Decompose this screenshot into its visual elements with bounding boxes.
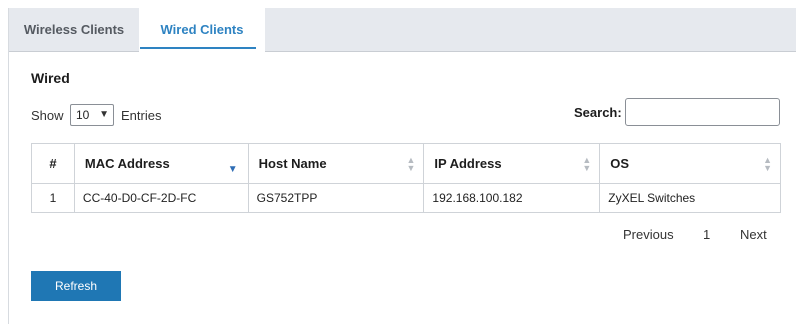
cell-os: ZyXEL Switches [599, 183, 781, 213]
sort-both-icon: ▲ ▼ [763, 155, 772, 173]
col-mac-header[interactable]: MAC Address ▼ [73, 143, 249, 184]
entries-select[interactable]: 10 ▼ [70, 104, 114, 126]
cell-mac: CC-40-D0-CF-2D-FC [73, 183, 249, 213]
search-input[interactable] [625, 98, 780, 126]
table-header-row: # MAC Address ▼ Host Name ▲ ▼ IP Address … [31, 143, 781, 184]
show-label: Show [31, 108, 64, 123]
sort-both-icon: ▲ ▼ [582, 155, 592, 173]
tab-wireless-clients[interactable]: Wireless Clients [9, 8, 139, 52]
pagination-next[interactable]: Next [740, 227, 767, 242]
col-ip-label: IP Address [434, 156, 502, 171]
col-os-header[interactable]: OS ▲ ▼ [599, 143, 781, 184]
active-tab-indicator [140, 47, 256, 49]
sort-both-icon: ▲ ▼ [406, 155, 416, 173]
col-number-header[interactable]: # [31, 143, 75, 184]
col-os-label: OS [610, 156, 630, 171]
entries-label: Entries [121, 108, 162, 123]
col-host-label: Host Name [258, 156, 327, 171]
cell-number: 1 [31, 183, 75, 213]
entries-select-value: 10 [76, 108, 90, 122]
col-number-label: # [49, 156, 57, 171]
wired-clients-table: # MAC Address ▼ Host Name ▲ ▼ IP Address … [31, 143, 781, 213]
chevron-down-icon: ▼ [99, 109, 109, 120]
refresh-button[interactable]: Refresh [31, 271, 121, 301]
section-title: Wired [31, 70, 70, 86]
pagination-previous[interactable]: Previous [623, 227, 674, 242]
sort-desc-icon: ▼ [227, 164, 238, 175]
table-row: 1 CC-40-D0-CF-2D-FC GS752TPP 192.168.100… [31, 183, 781, 213]
col-mac-label: MAC Address [84, 156, 170, 171]
cell-ip: 192.168.100.182 [423, 183, 601, 213]
pagination-page[interactable]: 1 [703, 227, 710, 242]
col-host-header[interactable]: Host Name ▲ ▼ [247, 143, 425, 184]
col-ip-header[interactable]: IP Address ▲ ▼ [423, 143, 601, 184]
tab-bar: Wireless Clients Wired Clients [9, 8, 796, 53]
cell-host: GS752TPP [247, 183, 425, 213]
search-label: Search: [574, 105, 622, 120]
